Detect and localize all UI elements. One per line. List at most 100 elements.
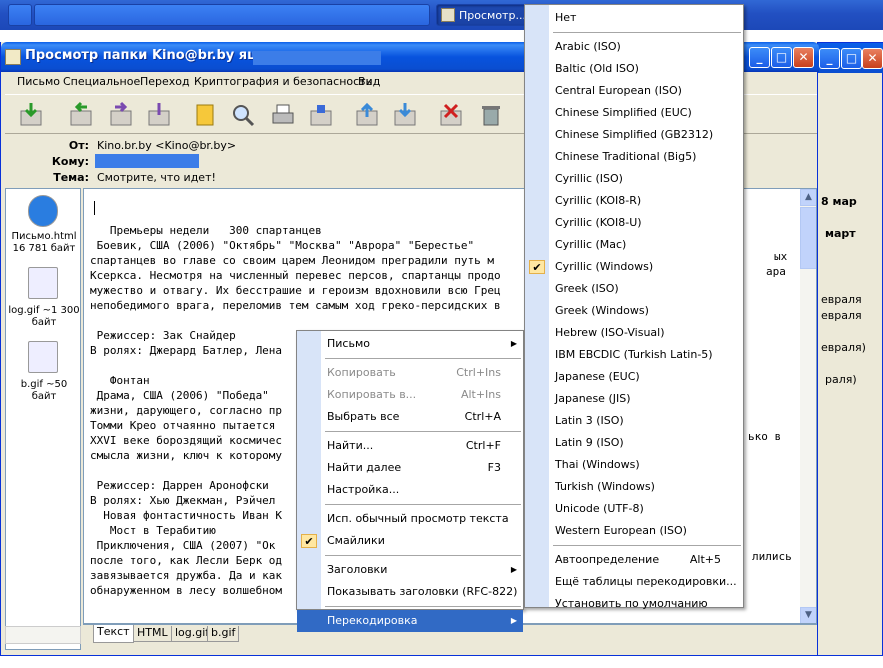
search-icon[interactable] — [229, 101, 257, 129]
print-icon[interactable] — [269, 101, 297, 129]
menu-item[interactable]: Нет — [525, 7, 743, 29]
html-file-icon[interactable] — [28, 195, 58, 227]
menu-item[interactable]: Установить по умолчанию — [525, 593, 743, 615]
tab-text[interactable]: Текст — [93, 625, 134, 643]
body-fragment: ько в — [748, 430, 782, 443]
body-line: жизни, дарующего, согласно пр — [90, 404, 283, 417]
menu-item[interactable]: Показывать заголовки (RFC-822) — [297, 581, 523, 603]
menu-item[interactable]: Arabic (ISO) — [525, 36, 743, 58]
notes-icon[interactable] — [191, 101, 219, 129]
tab-b-gif[interactable]: b.gif — [207, 626, 240, 642]
gif-file-icon[interactable] — [28, 341, 58, 373]
menu-item[interactable]: Greek (ISO) — [525, 278, 743, 300]
menu-item[interactable]: ✔ Cyrillic (Windows) — [525, 256, 743, 278]
menu-pismo[interactable]: Письмо — [17, 75, 60, 88]
menu-item[interactable]: Письмо ▶ — [297, 333, 523, 355]
menu-item[interactable]: Заголовки ▶ — [297, 559, 523, 581]
menu-item[interactable]: Japanese (JIS) — [525, 388, 743, 410]
menu-item[interactable]: Central European (ISO) — [525, 80, 743, 102]
menu-item[interactable]: Автоопределение Alt+5 — [525, 549, 743, 571]
gif-file-icon[interactable] — [28, 267, 58, 299]
body-line: после того, как Лесли Берк од — [90, 554, 283, 567]
reply-all-icon[interactable] — [67, 101, 95, 129]
menu-goto[interactable]: Переход — [140, 75, 190, 88]
menu-item[interactable]: Перекодировка ▶ — [297, 610, 523, 632]
menu-item[interactable]: Unicode (UTF-8) — [525, 498, 743, 520]
body-line: мужество и отвагу. Их бесстрашие и герои… — [90, 284, 501, 297]
menu-item[interactable]: Выбрать все Ctrl+A — [297, 406, 523, 428]
menu-item[interactable]: Latin 9 (ISO) — [525, 432, 743, 454]
menu-item[interactable]: Turkish (Windows) — [525, 476, 743, 498]
menu-item-label: Turkish (Windows) — [555, 480, 655, 493]
menu-item-label: Greek (Windows) — [555, 304, 649, 317]
taskbar-item-preview[interactable]: Просмотр... — [436, 4, 528, 26]
minimize-button[interactable]: _ — [749, 47, 770, 68]
move-up-icon[interactable] — [353, 101, 381, 129]
menu-item[interactable]: Cyrillic (KOI8-U) — [525, 212, 743, 234]
menu-separator — [325, 555, 521, 556]
quicklaunch-ie-icon[interactable] — [8, 4, 32, 26]
menu-item[interactable]: Настройка... — [297, 479, 523, 501]
menu-item[interactable]: Chinese Simplified (EUC) — [525, 102, 743, 124]
subject-label: Тема: — [53, 171, 89, 184]
trash-icon[interactable] — [477, 101, 505, 129]
taskbar-item-1[interactable] — [34, 4, 430, 26]
menu-item-label: Копировать в... — [327, 388, 417, 401]
menu-item[interactable]: Latin 3 (ISO) — [525, 410, 743, 432]
bg-fragment: раля) — [825, 373, 857, 386]
bg-close-button[interactable]: ✕ — [862, 48, 883, 69]
menu-item[interactable]: Cyrillic (Mac) — [525, 234, 743, 256]
menu-item[interactable]: Chinese Simplified (GB2312) — [525, 124, 743, 146]
send-icon[interactable] — [145, 101, 173, 129]
menu-item[interactable]: Western European (ISO) — [525, 520, 743, 542]
menu-crypto[interactable]: Криптография и безопасность — [194, 75, 372, 88]
check-icon: ✔ — [529, 260, 545, 274]
attachment-item[interactable]: log.gif ~1 300 байт — [6, 305, 82, 329]
menu-item[interactable]: ✔ Смайлики — [297, 530, 523, 552]
menu-item-label: Unicode (UTF-8) — [555, 502, 644, 515]
menu-item[interactable]: Thai (Windows) — [525, 454, 743, 476]
menu-item[interactable]: Копировать Ctrl+Ins — [297, 362, 523, 384]
forward-icon[interactable] — [107, 101, 135, 129]
menu-item[interactable]: Japanese (EUC) — [525, 366, 743, 388]
menu-item-label: Latin 3 (ISO) — [555, 414, 624, 427]
menu-separator — [325, 358, 521, 359]
menu-item[interactable]: Cyrillic (ISO) — [525, 168, 743, 190]
move-down-icon[interactable] — [391, 101, 419, 129]
menu-item[interactable]: Greek (Windows) — [525, 300, 743, 322]
window-title: Просмотр папки Kino@br.by ящика — [25, 48, 289, 63]
menu-item[interactable]: Chinese Traditional (Big5) — [525, 146, 743, 168]
close-button[interactable]: ✕ — [793, 47, 814, 68]
bg-minimize-button[interactable]: _ — [819, 48, 840, 69]
menu-separator — [325, 431, 521, 432]
save-icon[interactable] — [307, 101, 335, 129]
menu-item-shortcut: Alt+5 — [689, 553, 721, 566]
maximize-button[interactable]: □ — [771, 47, 792, 68]
scroll-down-button[interactable]: ▼ — [800, 607, 816, 623]
scroll-up-button[interactable]: ▲ — [800, 189, 816, 206]
attach-hscroll[interactable] — [5, 626, 81, 644]
menu-item[interactable]: Исп. обычный просмотр текста — [297, 508, 523, 530]
tab-html[interactable]: HTML — [133, 626, 172, 642]
attachment-item[interactable]: Письмо.html 16 781 байт — [6, 231, 82, 255]
menu-item[interactable]: Копировать в... Alt+Ins — [297, 384, 523, 406]
menu-special[interactable]: Специальное — [63, 75, 140, 88]
menu-item[interactable]: Cyrillic (KOI8-R) — [525, 190, 743, 212]
to-value-redacted — [95, 154, 199, 168]
to-label: Кому: — [51, 155, 89, 168]
body-scrollbar[interactable]: ▲ ▼ — [800, 189, 816, 623]
delete-icon[interactable] — [437, 101, 465, 129]
menu-item[interactable]: Hebrew (ISO-Visual) — [525, 322, 743, 344]
body-line: смысла жизни, ключ к которому — [90, 449, 283, 462]
bg-maximize-button[interactable]: □ — [841, 48, 862, 69]
menu-item[interactable]: Найти... Ctrl+F — [297, 435, 523, 457]
body-line: Режиссер: Зак Снайдер — [90, 329, 236, 342]
receive-icon[interactable] — [17, 101, 45, 129]
menu-item[interactable]: IBM EBCDIC (Turkish Latin-5) — [525, 344, 743, 366]
scroll-thumb[interactable] — [800, 207, 816, 269]
menu-item[interactable]: Baltic (Old ISO) — [525, 58, 743, 80]
attachment-item[interactable]: b.gif ~50 байт — [6, 379, 82, 403]
menu-view[interactable]: Вид — [358, 75, 380, 88]
menu-item[interactable]: Найти далее F3 — [297, 457, 523, 479]
menu-item[interactable]: Ещё таблицы перекодировки... — [525, 571, 743, 593]
